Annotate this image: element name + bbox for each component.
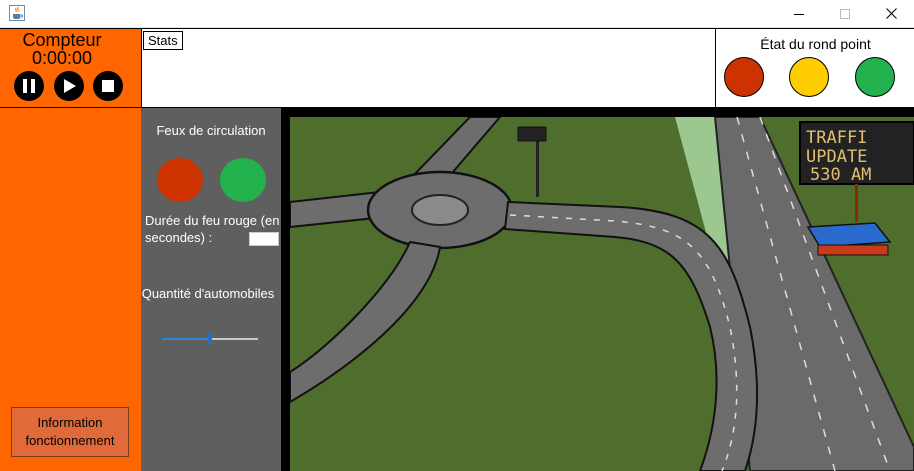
pause-button[interactable] (14, 71, 44, 101)
slider-track-fill (162, 338, 210, 340)
play-icon (64, 79, 76, 93)
stats-panel: Stats (141, 28, 716, 108)
pause-icon (23, 79, 35, 93)
traffic-control-panel: Feux de circulation Durée du feu rouge (… (141, 108, 281, 471)
car-quantity-label: Quantité d'automobiles (141, 286, 275, 301)
left-sidebar: Information fonctionnement (0, 108, 141, 471)
java-cup-icon (9, 5, 25, 21)
minimize-icon (794, 13, 804, 15)
minimize-button[interactable] (776, 0, 822, 27)
info-button[interactable]: Information fonctionnement (11, 407, 129, 457)
traffic-lights-title: Feux de circulation (156, 123, 266, 138)
state-light-red (724, 57, 764, 97)
close-icon (885, 8, 897, 19)
sign-line-2: UPDATE (806, 147, 867, 167)
scene-illustration: TRAFFI UPDATE 530 AM (290, 117, 914, 471)
state-light-green (855, 57, 895, 97)
maximize-button[interactable] (822, 0, 868, 27)
roundabout-scene: TRAFFI UPDATE 530 AM (290, 117, 914, 471)
counter-time: 0:00:00 (31, 48, 93, 68)
stop-icon (102, 80, 114, 92)
close-button[interactable] (868, 0, 914, 27)
stats-tab[interactable]: Stats (143, 31, 183, 50)
green-light-button[interactable] (220, 158, 266, 202)
slider-thumb[interactable] (208, 333, 212, 344)
car-quantity-slider[interactable] (162, 333, 258, 344)
sign-line-1: TRAFFI (806, 128, 867, 148)
scene-frame: TRAFFI UPDATE 530 AM (281, 108, 914, 471)
title-bar (0, 0, 914, 28)
maximize-icon (840, 8, 850, 19)
slider-track-rest (210, 338, 258, 340)
red-light-button[interactable] (157, 158, 203, 202)
stop-button[interactable] (93, 71, 123, 101)
play-button[interactable] (54, 71, 84, 101)
roundabout-state-title: État du rond point (760, 36, 871, 52)
roundabout-state-panel: État du rond point (715, 28, 914, 108)
red-duration-input[interactable] (249, 232, 279, 246)
counter-panel: Compteur 0:00:00 (0, 28, 141, 108)
state-light-yellow (789, 57, 829, 97)
sign-line-3: 530 AM (810, 165, 871, 185)
